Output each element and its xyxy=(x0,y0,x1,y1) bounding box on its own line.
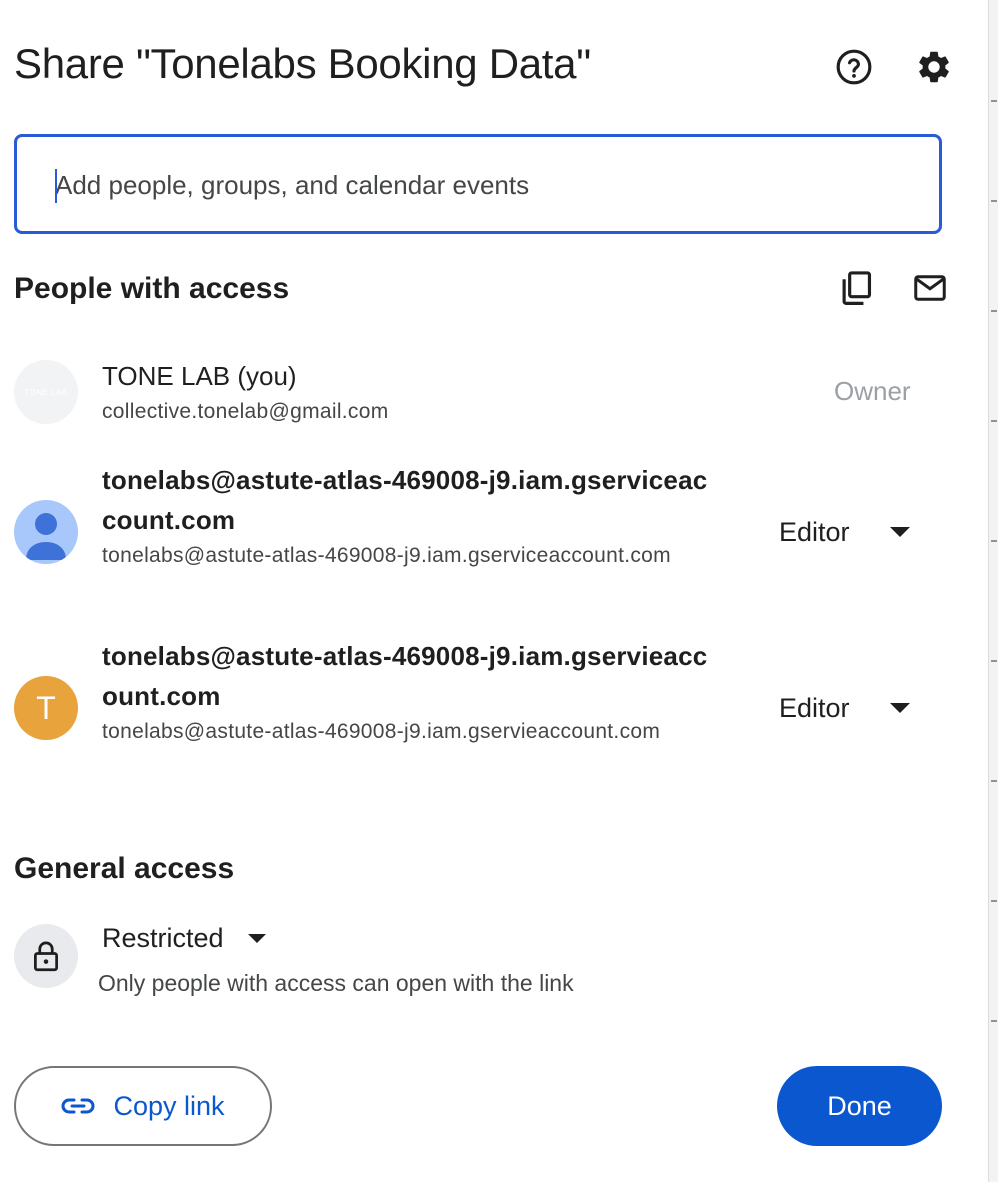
role-label: Editor xyxy=(779,516,850,547)
text-cursor xyxy=(55,169,57,203)
chevron-down-icon xyxy=(889,527,910,537)
help-circle-icon xyxy=(836,49,872,85)
access-level-label: Restricted xyxy=(102,922,224,953)
avatar xyxy=(14,500,78,564)
email-icon xyxy=(914,275,946,301)
role-dropdown[interactable]: Editor xyxy=(779,510,910,554)
settings-button[interactable] xyxy=(910,43,958,91)
general-access-heading: General access xyxy=(14,852,235,885)
owner-role-label: Owner xyxy=(834,376,911,406)
general-access-icon xyxy=(14,924,78,988)
person-email: tonelabs@astute-atlas-469008-j9.iam.gser… xyxy=(102,544,671,567)
person-name: tonelabs@astute-atlas-469008-j9.iam.gser… xyxy=(102,641,708,711)
chevron-down-icon xyxy=(247,933,266,943)
chevron-down-icon xyxy=(889,703,910,713)
person-row-owner: TONE LAB TONE LAB (you) collective.tonel… xyxy=(0,352,988,442)
person-name: tonelabs@astute-atlas-469008-j9.iam.gser… xyxy=(102,465,708,535)
copy-icon xyxy=(842,271,872,305)
done-button[interactable]: Done xyxy=(777,1066,942,1146)
person-email: collective.tonelab@gmail.com xyxy=(102,400,389,423)
avatar-logo-text: TONE LAB xyxy=(24,387,68,397)
lock-icon xyxy=(34,941,58,972)
person-row-service-account: tonelabs@astute-atlas-469008-j9.iam.gser… xyxy=(0,458,988,608)
help-button[interactable] xyxy=(830,43,878,91)
access-description: Only people with access can open with th… xyxy=(98,970,574,996)
copy-emails-button[interactable] xyxy=(832,264,880,312)
person-name: TONE LAB (you) xyxy=(102,361,297,391)
people-with-access-heading: People with access xyxy=(14,272,290,305)
avatar: TONE LAB xyxy=(14,360,78,424)
general-access-dropdown[interactable]: Restricted xyxy=(102,916,266,960)
person-icon xyxy=(26,513,66,560)
copy-link-button[interactable]: Copy link xyxy=(14,1066,272,1146)
link-icon xyxy=(61,1098,95,1114)
role-label: Editor xyxy=(779,692,850,723)
avatar-initial: T xyxy=(36,689,56,726)
share-dialog: Share "Tonelabs Booking Data" People wit… xyxy=(0,0,988,1182)
add-people-field[interactable] xyxy=(14,134,942,234)
copy-link-label: Copy link xyxy=(113,1090,225,1121)
person-email: tonelabs@astute-atlas-469008-j9.iam.gser… xyxy=(102,720,661,743)
background-window-edge xyxy=(988,0,998,1182)
role-dropdown[interactable]: Editor xyxy=(779,686,910,730)
email-people-button[interactable] xyxy=(906,264,954,312)
gear-icon xyxy=(919,51,949,83)
avatar: T xyxy=(14,676,78,740)
dialog-title: Share "Tonelabs Booking Data" xyxy=(14,40,591,87)
person-row-service-account-2: T tonelabs@astute-atlas-469008-j9.iam.gs… xyxy=(0,634,988,784)
add-people-input[interactable] xyxy=(55,165,915,205)
